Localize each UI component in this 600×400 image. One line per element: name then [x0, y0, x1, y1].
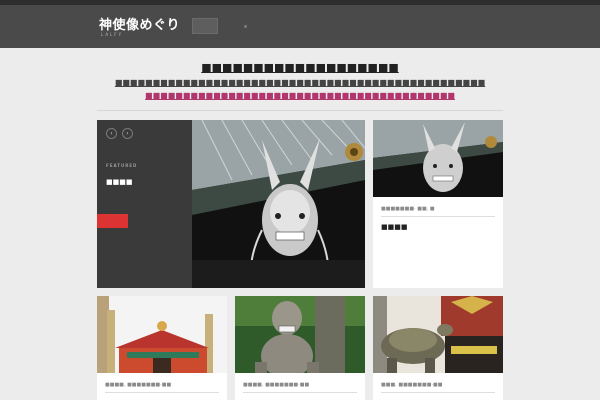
card-divider: [381, 216, 495, 217]
post-meta: ■■■■, ■■■■■■■·■■: [105, 382, 172, 388]
read-more-button[interactable]: [97, 214, 128, 228]
nav-menu-item[interactable]: [192, 18, 218, 34]
featured-label: FEATURED: [106, 163, 138, 168]
site-header: 神使像めぐり LALFY: [0, 0, 600, 48]
post-meta: ■■■, ■■■■■■■·■■: [381, 382, 443, 388]
card-divider: [105, 392, 219, 393]
intro-description: ■■■■■■■■■■■■■■■■■■■■■■■■■■■■■■■■■■■■■■■■…: [114, 78, 486, 87]
slider-next-button[interactable]: ›: [122, 128, 133, 139]
site-logo-subtitle: LALFY: [101, 32, 124, 37]
divider: [97, 110, 503, 111]
nav-dot-icon: [244, 25, 247, 28]
post-card[interactable]: ■■■■, ■■■■■■■·■■: [97, 296, 227, 400]
post-thumbnail[interactable]: [373, 120, 503, 197]
card-divider: [243, 392, 357, 393]
intro-heading: ■■■■■■■■■■■■■■■■■■■: [201, 61, 399, 74]
post-thumbnail[interactable]: [97, 296, 227, 373]
post-thumbnail[interactable]: [235, 296, 365, 373]
featured-post-title[interactable]: ■■■■: [106, 178, 132, 186]
post-meta: ■■■■■■■· ■■, ■: [381, 206, 435, 212]
featured-slider: ‹ › FEATURED ■■■■: [97, 120, 365, 288]
post-card[interactable]: ■■■, ■■■■■■■·■■: [373, 296, 503, 400]
post-title[interactable]: ■■■■: [381, 223, 407, 231]
featured-image-dragon[interactable]: [192, 120, 365, 288]
intro-link[interactable]: ■■■■■■■■■■■■■■■■■■■■■■■■■■■■■■■■■■■■■■■■…: [0, 91, 600, 100]
site-logo[interactable]: 神使像めぐり: [99, 14, 180, 33]
post-card[interactable]: ■■■■, ■■■■■■■·■■: [235, 296, 365, 400]
post-meta: ■■■■, ■■■■■■■·■■: [243, 382, 310, 388]
slider-prev-button[interactable]: ‹: [106, 128, 117, 139]
post-card[interactable]: ■■■■■■■· ■■, ■ ■■■■: [373, 120, 503, 288]
featured-panel: ‹ › FEATURED ■■■■: [97, 120, 192, 288]
card-divider: [381, 392, 495, 393]
post-thumbnail[interactable]: [373, 296, 503, 373]
